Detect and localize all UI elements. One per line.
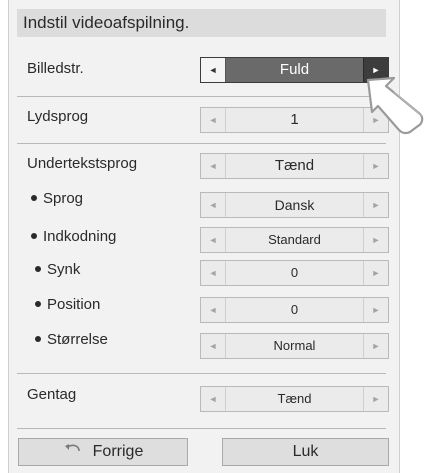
size-value: Normal xyxy=(273,338,316,353)
language-label: Sprog xyxy=(31,189,83,209)
audio-language-label: Lydsprog xyxy=(27,108,89,125)
back-arrow-icon xyxy=(63,437,83,463)
right-arrow-icon[interactable]: ► xyxy=(363,154,388,178)
divider xyxy=(17,428,386,429)
close-button[interactable]: Luk xyxy=(222,438,389,466)
language-selector[interactable]: ◄ Dansk ► xyxy=(200,192,389,218)
divider xyxy=(17,143,386,144)
subtitle-language-label: Undertekstsprog xyxy=(27,155,138,172)
language-value: Dansk xyxy=(274,197,315,213)
size-selector[interactable]: ◄ Normal ► xyxy=(200,333,389,359)
divider xyxy=(17,96,386,97)
picture-size-label: Billedstr. xyxy=(27,60,84,77)
close-button-label: Luk xyxy=(292,443,319,460)
previous-button-label: Forrige xyxy=(92,443,144,461)
previous-button[interactable]: Forrige xyxy=(18,438,188,466)
repeat-value: Tænd xyxy=(277,391,312,406)
encoding-value: Standard xyxy=(268,232,321,247)
right-arrow-icon[interactable]: ► xyxy=(363,334,388,358)
right-arrow-icon[interactable]: ► xyxy=(363,298,388,322)
panel-title: Indstil videoafspilning. xyxy=(17,9,386,37)
encoding-selector[interactable]: ◄ Standard ► xyxy=(200,227,389,253)
position-label: Position xyxy=(35,295,100,315)
audio-language-selector[interactable]: ◄ 1 ► xyxy=(200,107,389,133)
right-arrow-icon[interactable]: ► xyxy=(363,228,388,252)
divider xyxy=(17,373,386,374)
pointer-hand-cursor-icon xyxy=(364,72,442,141)
left-arrow-icon[interactable]: ◄ xyxy=(201,387,226,411)
sync-value: 0 xyxy=(290,265,299,280)
left-arrow-icon[interactable]: ◄ xyxy=(201,261,226,285)
subtitle-language-selector[interactable]: ◄ Tænd ► xyxy=(200,153,389,179)
sync-selector[interactable]: ◄ 0 ► xyxy=(200,260,389,286)
left-arrow-icon[interactable]: ◄ xyxy=(201,298,226,322)
left-arrow-icon[interactable]: ◄ xyxy=(201,334,226,358)
left-arrow-icon[interactable]: ◄ xyxy=(201,108,226,132)
right-arrow-icon[interactable]: ► xyxy=(363,193,388,217)
position-selector[interactable]: ◄ 0 ► xyxy=(200,297,389,323)
left-arrow-icon[interactable]: ◄ xyxy=(201,193,226,217)
bullet-icon xyxy=(35,301,41,308)
picture-size-value: Fuld xyxy=(279,61,310,78)
repeat-label: Gentag xyxy=(27,386,77,403)
bullet-icon xyxy=(35,266,41,273)
picture-size-selector[interactable]: ◄ Fuld ► xyxy=(200,57,389,83)
subtitle-language-value: Tænd xyxy=(274,157,315,174)
sync-label: Synk xyxy=(35,260,80,280)
position-value: 0 xyxy=(290,302,299,317)
left-arrow-icon[interactable]: ◄ xyxy=(201,228,226,252)
audio-language-value: 1 xyxy=(290,111,299,128)
bullet-icon xyxy=(31,195,37,202)
left-arrow-icon[interactable]: ◄ xyxy=(201,154,226,178)
encoding-label: Indkodning xyxy=(31,227,116,247)
size-label: Størrelse xyxy=(35,330,108,350)
repeat-selector[interactable]: ◄ Tænd ► xyxy=(200,386,389,412)
left-arrow-icon[interactable]: ◄ xyxy=(201,58,226,82)
right-arrow-icon[interactable]: ► xyxy=(363,387,388,411)
bullet-icon xyxy=(31,233,37,240)
right-arrow-icon[interactable]: ► xyxy=(363,261,388,285)
bullet-icon xyxy=(35,336,41,343)
